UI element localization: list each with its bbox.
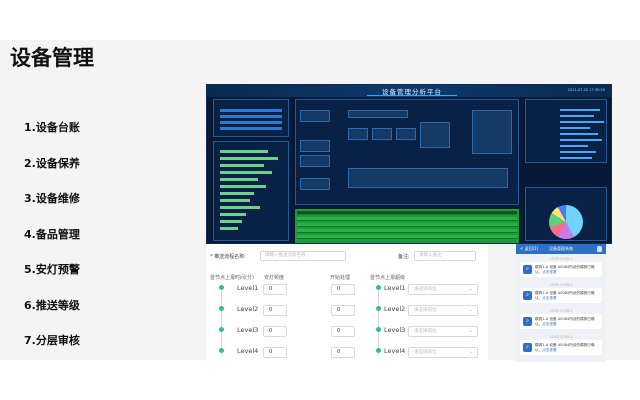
message-card[interactable]: ⌕ 模具1-A 设备 A0084所设的模具已确认，点击查看 bbox=[520, 288, 602, 303]
menu-item[interactable]: 7.分层审核 bbox=[24, 331, 164, 367]
level-label: Level3 bbox=[237, 326, 259, 334]
message-text: 模具1-A 设备 A0084所设的模具已确认，点击查看 bbox=[535, 343, 599, 352]
start-processing-input[interactable]: 0 bbox=[331, 326, 355, 337]
level-label: Level2 bbox=[237, 305, 259, 313]
search-icon: ⌕ bbox=[523, 343, 532, 352]
level-label: Level1 bbox=[384, 284, 406, 292]
position-select[interactable]: 请选择岗位 ⌄ bbox=[408, 347, 478, 358]
remark-label: 备注: bbox=[398, 254, 410, 260]
center-panel bbox=[295, 99, 519, 205]
message-text: 模具1-A 设备 A0084所设的模具已确认，点击查看 bbox=[535, 317, 599, 326]
remark-input[interactable]: 请输入备注 bbox=[414, 251, 476, 261]
dashboard-title: 设备管理分析平台 bbox=[367, 86, 457, 96]
andon-frequency-input[interactable]: 0 bbox=[263, 326, 287, 337]
chevron-down-icon: ⌄ bbox=[468, 328, 473, 334]
search-icon: ⌕ bbox=[523, 317, 532, 326]
andon-frequency-header: 安灯频度 bbox=[264, 275, 285, 281]
message-card[interactable]: ⌕ 模具1-A 设备 A0084所设的模具已确认，点击查看 bbox=[520, 262, 602, 277]
menu-item[interactable]: 6.推送等级 bbox=[24, 296, 164, 332]
view-link[interactable]: 点击查看 bbox=[542, 270, 556, 274]
level-label: Level4 bbox=[237, 347, 259, 355]
feature-menu: 1.设备台账 2.设备保养 3.设备维修 4.备品管理 5.安灯预警 6.推送等… bbox=[24, 118, 164, 367]
select-placeholder: 请选择岗位 bbox=[414, 308, 437, 313]
level-dot bbox=[219, 306, 224, 311]
position-select[interactable]: 请选择岗位 ⌄ bbox=[408, 284, 478, 295]
select-placeholder: 请选择岗位 bbox=[414, 329, 437, 334]
chevron-down-icon: ⌄ bbox=[468, 307, 473, 313]
top-left-panel bbox=[213, 99, 289, 137]
dashboard-time: 17:30:59 bbox=[589, 88, 605, 92]
andon-frequency-input[interactable]: 0 bbox=[263, 284, 287, 295]
menu-item[interactable]: 5.安灯预警 bbox=[24, 260, 164, 296]
level-label: Level2 bbox=[384, 305, 406, 313]
push-level-form: * 推送流程名称: 请输入推送流程名称 备注: 请输入备注 首节点上报时间(分)… bbox=[206, 244, 488, 362]
slide: 设备管理 1.设备台账 2.设备保养 3.设备维修 4.备品管理 5.安灯预警 … bbox=[0, 0, 640, 400]
message-text: 模具1-A 设备 A0084所设的模具已确认，点击查看 bbox=[535, 291, 599, 300]
mobile-header: 设备管理系统 < 返回(1) bbox=[516, 244, 606, 254]
start-processing-input[interactable]: 0 bbox=[331, 347, 355, 358]
chevron-down-icon: ⌄ bbox=[468, 286, 473, 292]
timeline-line-right bbox=[378, 288, 379, 356]
level-label: Level3 bbox=[384, 326, 406, 334]
message-card[interactable]: ⌕ 模具1-A 设备 A0084所设的模具已确认，点击查看 bbox=[520, 340, 602, 355]
level-dot bbox=[219, 348, 224, 353]
report-escalation-header: 首节点上报超级 bbox=[370, 275, 406, 281]
message-time: 13:53 17:45:1 bbox=[549, 283, 573, 287]
dashboard-screenshot: 设备管理分析平台 2021-07-20 17:30:59 bbox=[206, 84, 612, 244]
message-time: 13:53 17:45:1 bbox=[549, 257, 573, 261]
menu-item[interactable]: 2.设备保养 bbox=[24, 154, 164, 190]
pie-chart-graphic bbox=[549, 205, 583, 239]
elapsed-header: 首节点上报时间(分) bbox=[210, 275, 254, 281]
message-time: 13:53 17:45:1 bbox=[549, 309, 573, 313]
view-link[interactable]: 点击查看 bbox=[542, 348, 556, 352]
level-dot bbox=[376, 306, 381, 311]
page-title: 设备管理 bbox=[10, 46, 94, 70]
person-icon[interactable] bbox=[597, 246, 602, 252]
level-label: Level1 bbox=[237, 284, 259, 292]
data-table bbox=[295, 209, 519, 243]
dashboard-date: 2021-07-20 bbox=[567, 88, 589, 92]
message-text: 模具1-A 设备 A0084所设的模具已确认，点击查看 bbox=[535, 265, 599, 274]
timeline-line-left bbox=[221, 288, 222, 356]
back-button[interactable]: < 返回(1) bbox=[520, 244, 538, 254]
chevron-down-icon: ⌄ bbox=[468, 349, 473, 355]
search-icon: ⌕ bbox=[523, 291, 532, 300]
right-list-panel bbox=[525, 99, 607, 163]
bar-panel bbox=[213, 141, 289, 241]
andon-frequency-input[interactable]: 0 bbox=[263, 305, 287, 316]
level-dot bbox=[219, 285, 224, 290]
message-card[interactable]: ⌕ 模具1-A 设备 A0084所设的模具已确认，点击查看 bbox=[520, 314, 602, 329]
dashboard-datetime: 2021-07-20 17:30:59 bbox=[568, 88, 605, 92]
level-dot bbox=[376, 285, 381, 290]
start-processing-input[interactable]: 0 bbox=[331, 305, 355, 316]
flow-name-input[interactable]: 请输入推送流程名称 bbox=[260, 251, 346, 261]
level-dot bbox=[219, 327, 224, 332]
level-dot bbox=[376, 327, 381, 332]
start-processing-input[interactable]: 0 bbox=[331, 284, 355, 295]
position-select[interactable]: 请选择岗位 ⌄ bbox=[408, 326, 478, 337]
view-link[interactable]: 点击查看 bbox=[542, 296, 556, 300]
mobile-notifications: 设备管理系统 < 返回(1) 13:53 17:45:1 ⌕ 模具1-A 设备 … bbox=[516, 244, 606, 362]
select-placeholder: 请选择岗位 bbox=[414, 350, 437, 355]
level-dot bbox=[376, 348, 381, 353]
message-time: 13:53 17:45:1 bbox=[549, 335, 573, 339]
position-select[interactable]: 请选择岗位 ⌄ bbox=[408, 305, 478, 316]
view-link[interactable]: 点击查看 bbox=[542, 322, 556, 326]
select-placeholder: 请选择岗位 bbox=[414, 287, 437, 292]
search-icon: ⌕ bbox=[523, 265, 532, 274]
menu-item[interactable]: 1.设备台账 bbox=[24, 118, 164, 154]
menu-item[interactable]: 4.备品管理 bbox=[24, 225, 164, 261]
andon-frequency-input[interactable]: 0 bbox=[263, 347, 287, 358]
level-label: Level4 bbox=[384, 347, 406, 355]
flow-name-label: * 推送流程名称: bbox=[210, 254, 246, 260]
start-processing-header: 开始处理 bbox=[330, 275, 351, 281]
menu-item[interactable]: 3.设备维修 bbox=[24, 189, 164, 225]
